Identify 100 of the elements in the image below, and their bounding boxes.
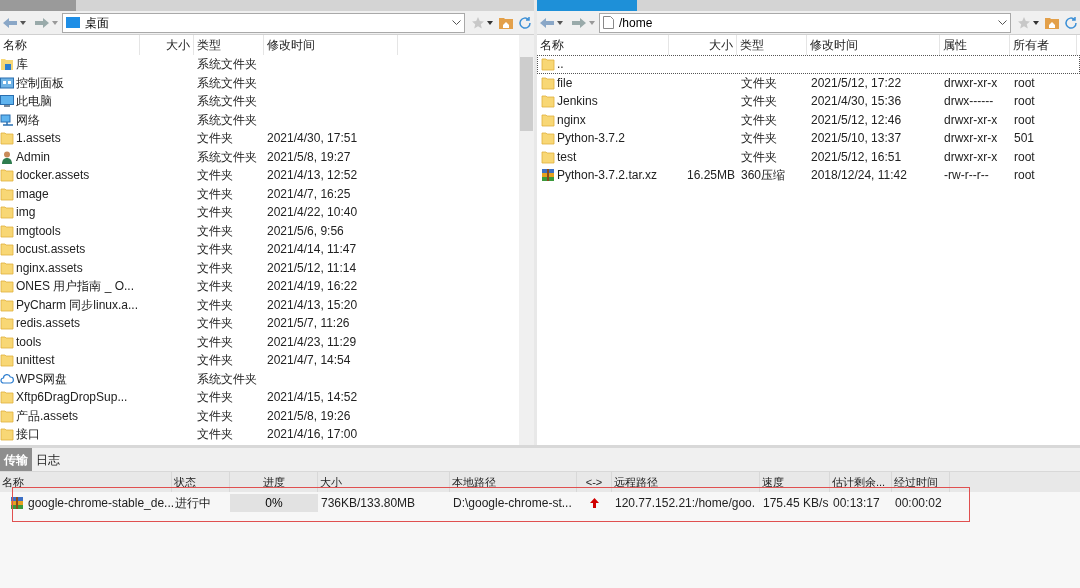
home-folder-icon[interactable] — [499, 16, 513, 29]
modified-cell-text: 2021/5/12, 12:46 — [810, 111, 903, 128]
attributes-cell-text: drwxr-xr-x — [943, 111, 999, 128]
type-cell-text: 系统文件夹 — [196, 111, 258, 129]
path-field[interactable]: 桌面 — [62, 12, 465, 33]
file-name-cell[interactable]: Jenkins — [538, 93, 670, 110]
folder-icon — [0, 260, 14, 275]
modified-cell-text: 2021/5/6, 9:56 — [266, 222, 345, 240]
folder-icon — [0, 168, 14, 183]
owner-cell-text: root — [1013, 111, 1036, 128]
dropdown-caret-icon[interactable] — [557, 20, 563, 25]
folder-icon — [0, 279, 14, 294]
cloud-icon — [0, 371, 14, 386]
chevron-down-icon[interactable] — [452, 19, 461, 26]
file-row[interactable]: .. — [537, 55, 1080, 74]
home-folder-icon[interactable] — [1045, 16, 1059, 29]
speed-cell-text: 175.45 KB/s — [762, 495, 830, 512]
file-name-cell[interactable]: img — [0, 203, 140, 222]
column-header[interactable]: 修改时间 — [807, 35, 940, 55]
file-name-cell[interactable]: 接口 — [0, 425, 140, 444]
attributes-cell-text: drwx------ — [943, 93, 995, 110]
attributes-cell-text: -rw-r--r-- — [943, 167, 990, 184]
file-name-cell[interactable]: nginx.assets — [0, 258, 140, 277]
column-header[interactable]: 大小 — [140, 35, 194, 55]
file-row[interactable]: test 文件夹 2021/5/12, 16:51 drwxr-xr-x root — [537, 147, 1080, 166]
type-cell-text: 文件夹 — [740, 93, 778, 110]
file-name-cell[interactable]: ONES 用户指南 _ O... — [0, 277, 140, 296]
file-name-cell[interactable]: 库 — [0, 55, 140, 74]
type-cell-text: 文件夹 — [196, 130, 234, 148]
owner-cell-text: root — [1013, 74, 1036, 91]
type-cell-text: 文件夹 — [196, 333, 234, 351]
file-name-cell[interactable]: .. — [538, 56, 670, 73]
type-cell-text: 文件夹 — [196, 222, 234, 240]
user-icon — [0, 149, 14, 164]
file-name-cell[interactable]: 1.assets — [0, 129, 140, 148]
file-row[interactable]: Python-3.7.2 文件夹 2021/5/10, 13:37 drwxr-xr-x 501 — [537, 129, 1080, 148]
file-row[interactable]: Python-3.7.2.tar.xz 16.25MB 360压缩 2018/12/24, 11:42 -rw-r--r-- root — [537, 166, 1080, 185]
file-name-cell[interactable]: docker.assets — [0, 166, 140, 185]
dropdown-caret-icon[interactable] — [1033, 20, 1039, 25]
file-name-cell[interactable]: Python-3.7.2 — [538, 130, 670, 147]
file-name-cell[interactable]: unittest — [0, 351, 140, 370]
file-name-cell[interactable]: 此电脑 — [0, 92, 140, 111]
file-name-cell[interactable]: imgtools — [0, 221, 140, 240]
file-name-cell[interactable]: file — [538, 74, 670, 91]
chevron-down-icon[interactable] — [998, 19, 1007, 26]
type-cell-text: 文件夹 — [196, 167, 234, 185]
column-header[interactable]: 所有者 — [1010, 35, 1077, 55]
tab[interactable]: 日志 — [32, 448, 64, 471]
type-cell-text: 系统文件夹 — [196, 56, 258, 74]
modified-cell-text: 2021/5/8, 19:26 — [266, 407, 352, 425]
file-name-cell[interactable]: redis.assets — [0, 314, 140, 333]
refresh-icon[interactable] — [518, 15, 532, 30]
dropdown-caret-icon[interactable] — [487, 20, 493, 25]
star-icon[interactable] — [1017, 15, 1031, 30]
attributes-cell-text: drwxr-xr-x — [943, 148, 999, 165]
refresh-icon[interactable] — [1064, 15, 1078, 30]
column-header[interactable]: 类型 — [194, 35, 264, 55]
modified-cell-text: 2021/4/7, 14:54 — [266, 352, 352, 370]
type-cell-text: 文件夹 — [196, 389, 234, 407]
file-name-cell[interactable]: 网络 — [0, 110, 140, 129]
forward-arrow-icon[interactable] — [34, 15, 50, 30]
file-row[interactable]: Jenkins 文件夹 2021/4/30, 15:36 drwx------ root — [537, 92, 1080, 111]
file-name-cell[interactable]: Xftp6DragDropSup... — [0, 388, 140, 407]
file-name-cell[interactable]: Admin — [0, 147, 140, 166]
forward-arrow-icon[interactable] — [571, 15, 587, 30]
path-field[interactable]: /home — [599, 12, 1011, 33]
file-name-cell[interactable]: test — [538, 148, 670, 165]
file-name-cell[interactable]: PyCharm 同步linux.a... — [0, 295, 140, 314]
file-row[interactable]: nginx 文件夹 2021/5/12, 12:46 drwxr-xr-x root — [537, 110, 1080, 129]
type-cell-text: 文件夹 — [196, 315, 234, 333]
scrollbar[interactable] — [519, 35, 534, 445]
file-name-cell[interactable]: WPS网盘 — [0, 369, 140, 388]
file-name-cell[interactable]: locust.assets — [0, 240, 140, 259]
star-icon[interactable] — [471, 15, 485, 30]
folder-icon — [0, 408, 14, 423]
file-name-cell[interactable]: nginx — [538, 111, 670, 128]
file-name-cell[interactable]: 控制面板 — [0, 73, 140, 92]
folder-icon — [541, 149, 555, 164]
file-row[interactable]: file 文件夹 2021/5/12, 17:22 drwxr-xr-x root — [537, 73, 1080, 92]
type-cell-text: 系统文件夹 — [196, 93, 258, 111]
type-cell-text: 文件夹 — [740, 111, 778, 128]
file-name-cell[interactable]: tools — [0, 332, 140, 351]
elapsed-time-cell-text: 00:00:02 — [894, 495, 943, 512]
progress-bar: 0% — [230, 494, 318, 512]
column-header[interactable]: 名称 — [537, 35, 669, 55]
file-name-cell[interactable]: 产品.assets — [0, 406, 140, 425]
column-header[interactable]: 修改时间 — [264, 35, 398, 55]
column-header[interactable]: 名称 — [0, 35, 140, 55]
attributes-cell-text: drwxr-xr-x — [943, 130, 999, 147]
folder-icon — [0, 242, 14, 257]
file-name-cell[interactable]: image — [0, 184, 140, 203]
modified-cell-text: 2021/4/16, 17:00 — [266, 426, 359, 444]
column-header[interactable]: 属性 — [940, 35, 1010, 55]
column-header[interactable]: 大小 — [669, 35, 737, 55]
type-cell-text: 文件夹 — [740, 130, 778, 147]
dropdown-caret-icon[interactable] — [20, 20, 26, 25]
file-name-cell[interactable]: Python-3.7.2.tar.xz — [538, 167, 670, 184]
monitor-icon — [0, 94, 14, 109]
column-header[interactable]: 类型 — [737, 35, 807, 55]
type-cell-text: 系统文件夹 — [196, 370, 258, 388]
